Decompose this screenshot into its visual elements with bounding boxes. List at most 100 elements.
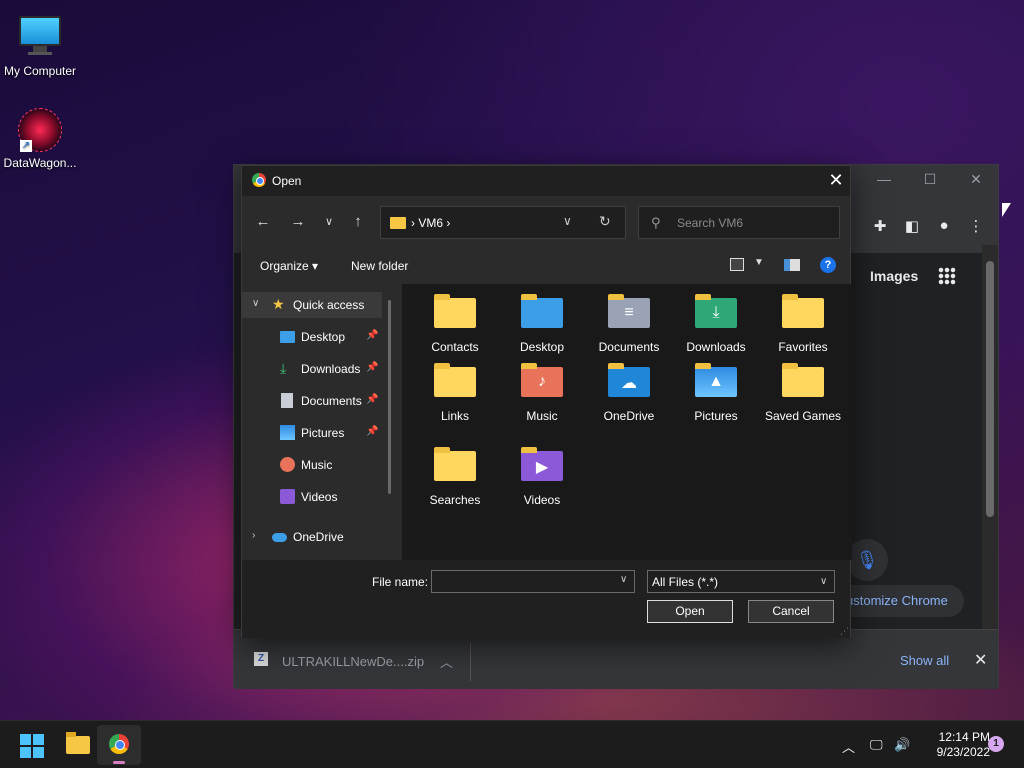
- nav-label: Downloads: [301, 362, 361, 376]
- show-all-link[interactable]: Show all: [900, 653, 949, 668]
- taskbar: ︿ 🖵 🔊 12:14 PM 9/23/2022 1: [0, 720, 1024, 768]
- file-item-links[interactable]: Links: [412, 363, 498, 423]
- desktop-icon-my-computer[interactable]: My Computer: [0, 10, 80, 78]
- videos-icon: [280, 489, 295, 504]
- file-item-desktop[interactable]: Desktop: [499, 294, 585, 354]
- file-name: Pictures: [694, 409, 738, 423]
- file-name-field[interactable]: ∨: [431, 570, 635, 593]
- organize-label: Organize: [260, 259, 309, 273]
- file-name: Documents: [598, 340, 660, 354]
- file-item-downloads[interactable]: ⤓ Downloads: [673, 294, 759, 354]
- nav-item-onedrive[interactable]: › OneDrive: [242, 524, 382, 550]
- documents-folder-icon: ≡: [607, 294, 651, 332]
- up-arrow-icon[interactable]: ↑: [347, 213, 369, 230]
- nav-item-videos[interactable]: Videos: [242, 484, 382, 510]
- desktop-folder-icon: [520, 294, 564, 332]
- refresh-icon[interactable]: ↻: [599, 213, 611, 230]
- file-explorer-icon[interactable]: [66, 732, 90, 754]
- dialog-close-icon[interactable]: ✕: [826, 170, 846, 191]
- downloads-folder-icon: ⤓: [694, 294, 738, 332]
- download-arrow-icon: ⤓: [280, 360, 287, 376]
- new-folder-button[interactable]: New folder: [351, 259, 408, 273]
- volume-icon[interactable]: 🔊: [894, 737, 910, 753]
- recent-locations-chevron-icon[interactable]: ∨: [318, 215, 340, 228]
- chrome-icon: [109, 734, 129, 754]
- maximize-icon[interactable]: ☐: [920, 171, 940, 188]
- star-icon: ★: [272, 296, 285, 312]
- nav-item-documents[interactable]: Documents 📌: [242, 388, 382, 414]
- pin-icon: 📌: [366, 362, 379, 373]
- extensions-icon[interactable]: ✚: [870, 217, 890, 235]
- network-icon[interactable]: 🖵: [870, 737, 883, 753]
- microphone-icon[interactable]: 🎙: [846, 539, 888, 581]
- file-item-documents[interactable]: ≡ Documents: [586, 294, 672, 354]
- nav-item-pictures[interactable]: Pictures 📌: [242, 420, 382, 446]
- file-item-searches[interactable]: Searches: [412, 447, 498, 507]
- dialog-title: Open: [272, 174, 302, 188]
- page-scroll-thumb[interactable]: [986, 261, 994, 517]
- apps-grid-icon[interactable]: [938, 267, 956, 285]
- nav-pane-scrollbar[interactable]: [388, 300, 391, 494]
- file-name: Videos: [523, 493, 561, 507]
- search-box[interactable]: ⚲: [638, 206, 840, 239]
- file-item-pictures[interactable]: ▲ Pictures: [673, 363, 759, 423]
- download-file-name[interactable]: ULTRAKILLNewDe....zip: [282, 654, 424, 669]
- desktop-icon-datawagon[interactable]: ↗ DataWagon...: [0, 108, 80, 170]
- close-download-bar-icon[interactable]: ✕: [974, 650, 987, 670]
- help-icon[interactable]: ?: [820, 257, 836, 273]
- images-link[interactable]: Images: [870, 268, 918, 284]
- chrome-taskbar-button[interactable]: [97, 725, 141, 765]
- open-button[interactable]: Open: [647, 600, 733, 623]
- close-icon[interactable]: ✕: [966, 171, 986, 188]
- file-name-dropdown-icon[interactable]: ∨: [620, 574, 627, 585]
- nav-label: Documents: [301, 394, 362, 408]
- open-file-dialog: Open ✕ ← → ∨ ↑ › VM6 › ∨ ↻ ⚲ Organize ▾ …: [241, 165, 852, 638]
- back-arrow-icon[interactable]: ←: [252, 213, 274, 230]
- customize-chrome-button[interactable]: ustomize Chrome: [834, 585, 964, 617]
- chevron-down-icon[interactable]: ∨: [252, 298, 259, 309]
- address-path[interactable]: VM6: [418, 216, 443, 230]
- cancel-button[interactable]: Cancel: [748, 600, 834, 623]
- nav-item-downloads[interactable]: ⤓ Downloads 📌: [242, 356, 382, 382]
- search-input[interactable]: [677, 213, 827, 233]
- forward-arrow-icon[interactable]: →: [287, 213, 309, 230]
- download-separator: [470, 643, 471, 681]
- preview-pane-icon[interactable]: [784, 259, 800, 271]
- file-item-music[interactable]: ♪ Music: [499, 363, 585, 423]
- clock-time: 12:14 PM: [938, 730, 990, 744]
- file-item-favorites[interactable]: Favorites: [760, 294, 846, 354]
- nav-item-quick-access[interactable]: ∨ ★ Quick access: [242, 292, 382, 318]
- file-type-select[interactable]: All Files (*.*) ∨: [647, 570, 835, 593]
- file-name: OneDrive: [603, 409, 655, 423]
- address-bar[interactable]: › VM6 › ∨ ↻: [380, 206, 626, 239]
- shortcut-arrow-icon: ↗: [20, 140, 32, 152]
- nav-item-music[interactable]: Music: [242, 452, 382, 478]
- search-icon: ⚲: [651, 215, 661, 230]
- chevron-right-icon[interactable]: ›: [252, 530, 255, 541]
- nav-item-desktop[interactable]: Desktop 📌: [242, 324, 382, 350]
- file-item-contacts[interactable]: Contacts: [412, 294, 498, 354]
- profile-icon[interactable]: ●: [934, 217, 954, 234]
- chevron-up-icon[interactable]: ︿: [440, 652, 453, 671]
- pictures-icon: [280, 425, 295, 440]
- address-dropdown-icon[interactable]: ∨: [563, 214, 572, 228]
- view-dropdown-icon[interactable]: ▼: [754, 257, 764, 268]
- file-name: Favorites: [778, 340, 828, 354]
- start-button[interactable]: [20, 734, 44, 758]
- clock[interactable]: 12:14 PM 9/23/2022: [918, 730, 990, 760]
- notification-badge[interactable]: 1: [988, 736, 1004, 752]
- mouse-cursor-icon: [1002, 203, 1011, 217]
- file-item-videos[interactable]: ▶ Videos: [499, 447, 585, 507]
- file-item-onedrive[interactable]: ☁ OneDrive: [586, 363, 672, 423]
- file-type-dropdown-icon[interactable]: ∨: [820, 576, 827, 587]
- show-hidden-icons-chevron-icon[interactable]: ︿: [842, 737, 855, 756]
- change-view-icon[interactable]: [730, 258, 744, 271]
- file-item-saved-games[interactable]: Saved Games: [760, 363, 846, 423]
- minimize-icon[interactable]: —: [874, 171, 894, 187]
- favorites-folder-icon: [781, 294, 825, 332]
- menu-kebab-icon[interactable]: ⋮: [966, 217, 986, 235]
- music-folder-icon: ♪: [520, 363, 564, 401]
- organize-button[interactable]: Organize ▾: [260, 259, 318, 273]
- side-panel-icon[interactable]: ◧: [902, 217, 922, 235]
- resize-grip-icon[interactable]: ⋰: [840, 626, 849, 637]
